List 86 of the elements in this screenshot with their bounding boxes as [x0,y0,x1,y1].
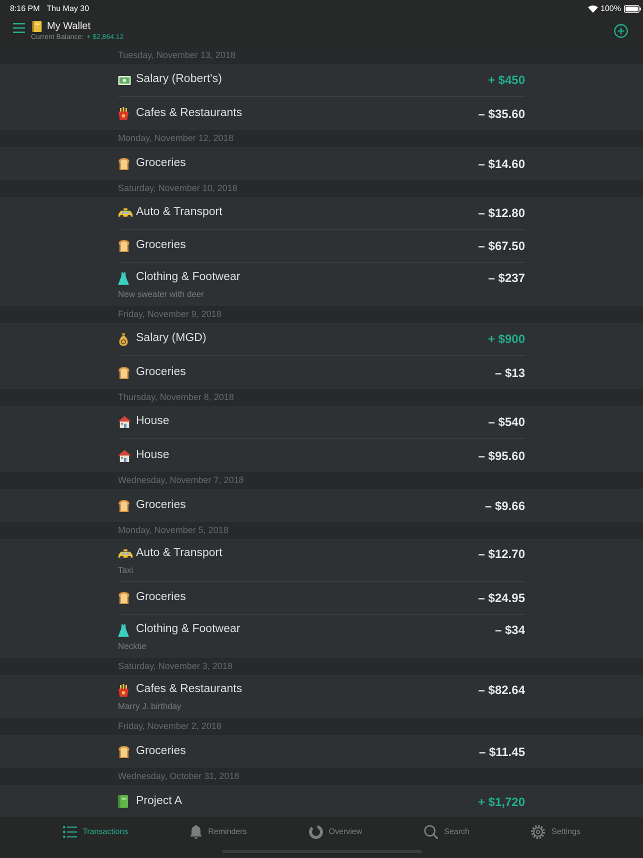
dress-icon [118,272,129,284]
add-icon [614,24,628,38]
date-label: Friday, November 2, 2018 [118,720,222,733]
list-icon [62,826,77,838]
bell-icon [190,825,202,839]
transaction-note: Taxi [118,564,134,576]
notebook-icon [32,20,42,32]
category-label: Cafes & Restaurants [136,106,242,121]
amount: + $1,720 [478,794,525,810]
date-label: Tuesday, November 13, 2018 [118,48,236,62]
category-label: Groceries [136,744,186,759]
amount: – $12.80 [478,205,525,222]
battery-icon [624,4,641,12]
date-label: Wednesday, November 7, 2018 [118,474,244,487]
category-label: Clothing & Footwear [136,270,240,286]
status-time: 8:16 PM [10,2,40,14]
category-label: Project A [136,794,182,809]
transaction-note: Marry J. birthday [118,700,182,712]
category-label: House [136,414,170,430]
amount: + $450 [488,72,525,89]
category-label: Salary (MGD) [136,331,206,346]
tab-button[interactable]: Transactions [62,826,128,838]
menu-icon [13,23,25,33]
amount: – $14.60 [478,156,525,172]
taxi-icon [118,548,133,560]
dress-icon [118,624,129,636]
date-label: Monday, November 5, 2018 [118,524,228,537]
ring-icon [308,825,323,839]
category-label: Groceries [136,238,186,254]
status-date: Thu May 30 [46,2,90,14]
category-label: Groceries [136,590,186,606]
amount: – $95.60 [478,448,525,464]
amount: – $67.50 [478,238,525,255]
category-label: Clothing & Footwear [136,622,240,638]
category-label: Groceries [136,156,186,171]
settings-icon [531,825,546,839]
menu-button[interactable] [13,23,25,33]
search-icon [424,825,438,839]
fries-icon [118,684,129,696]
date-label: Thursday, November 8, 2018 [118,390,234,404]
date-label: Friday, November 9, 2018 [118,308,222,321]
amount: – $82.64 [478,682,525,699]
wifi-icon [588,4,598,12]
bread-icon [118,592,130,604]
banknote-icon [118,76,131,84]
amount: – $35.60 [478,106,525,122]
battery-percent: 100% [600,2,621,14]
category-label: Groceries [136,498,186,513]
transaction-note: Necktie [118,640,146,652]
date-label: Monday, November 12, 2018 [118,132,234,145]
fries-icon [118,107,129,120]
transaction-note: New sweater with deer [118,288,204,300]
amount: – $12.70 [478,546,525,563]
book-icon [118,795,128,808]
taxi-icon [118,208,133,218]
category-label: Groceries [136,364,186,380]
amount: – $540 [488,414,525,431]
amount: – $9.66 [484,498,525,514]
amount: – $24.95 [478,590,525,607]
amount: + $900 [488,331,525,348]
bread-icon [118,366,130,378]
tab-button[interactable]: Reminders [190,825,247,839]
house-icon [118,450,131,462]
tab-button[interactable]: Settings [531,825,580,839]
bread-icon [118,240,130,252]
category-label: Auto & Transport [136,546,222,562]
amount: – $34 [494,622,525,639]
add-button[interactable] [614,24,628,38]
house-icon [118,416,131,428]
amount: – $11.45 [478,744,525,760]
bread-icon [118,500,130,512]
wallet-title: My Wallet [47,20,91,34]
amount: – $13 [494,364,525,382]
tab-button[interactable]: Search [424,825,470,839]
category-label: Auto & Transport [136,205,222,220]
category-label: Cafes & Restaurants [136,682,242,698]
date-label: Saturday, November 10, 2018 [118,182,238,195]
money-bag-icon [118,332,129,346]
bread-icon [118,746,130,758]
date-label: Wednesday, October 31, 2018 [118,770,240,783]
tab-button[interactable]: Overview [308,825,362,839]
amount: – $237 [488,270,525,287]
bread-icon [118,158,130,170]
category-label: House [136,448,170,463]
category-label: Salary (Robert's) [136,72,222,88]
date-label: Saturday, November 3, 2018 [118,660,232,673]
